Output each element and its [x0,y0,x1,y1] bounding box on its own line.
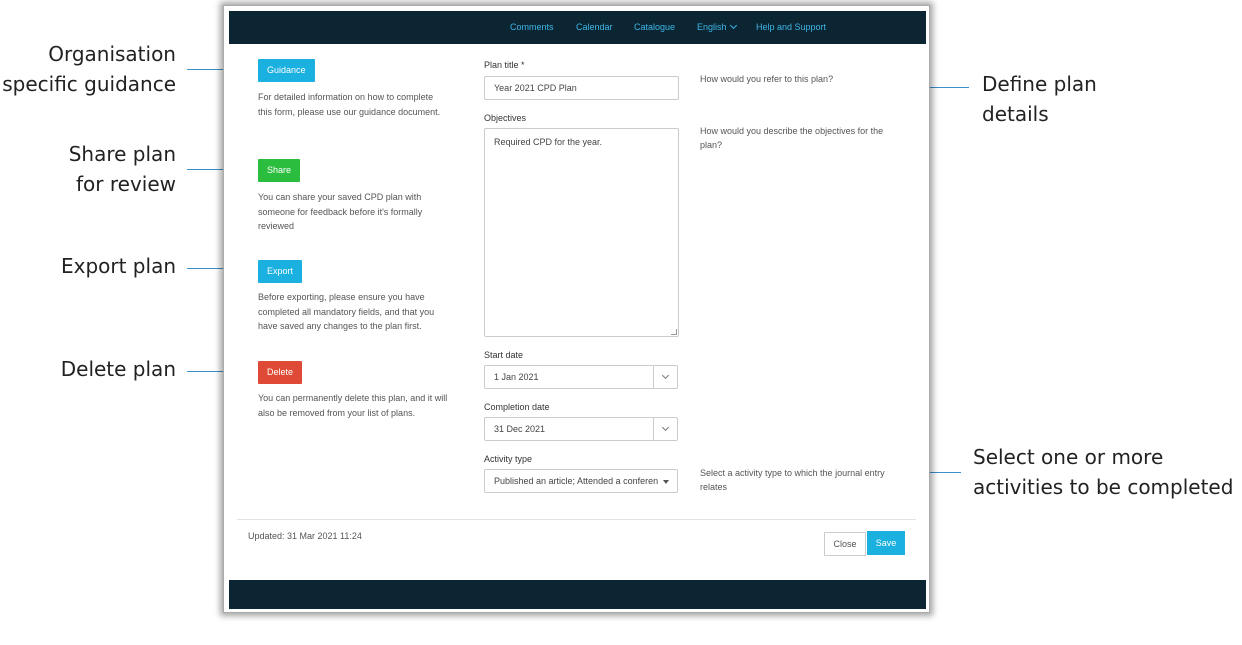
app-window: Comments Calendar Catalogue English Help… [223,5,930,613]
share-button[interactable]: Share [258,159,301,182]
nav-language-dropdown[interactable]: English [697,11,736,44]
start-date-picker[interactable]: 1 Jan 2021 [484,365,678,389]
caret-down-icon [663,480,669,484]
annotation-delete-text: Delete plan [60,357,176,381]
nav-calendar[interactable]: Calendar [576,11,613,44]
completion-date-picker[interactable]: 31 Dec 2021 [484,417,678,441]
annotation-share-line2: for review [76,172,176,196]
activity-type-help: Select a activity type to which the jour… [700,468,885,492]
nav-help-and-support[interactable]: Help and Support [756,11,826,44]
annotation-share: Share plan for review [0,139,176,199]
annotation-define: Define plan details [982,69,1182,129]
completion-date-value: 31 Dec 2021 [494,424,546,434]
annotation-delete: Delete plan [0,354,176,384]
delete-description: You can permanently delete this plan, an… [258,393,448,418]
objectives-help: How would you describe the objectives fo… [700,126,884,150]
completion-date-label: Completion date [484,402,550,412]
delete-button[interactable]: Delete [258,361,303,384]
annotation-export: Export plan [0,251,176,281]
form-divider [237,519,916,520]
chevron-down-icon[interactable] [653,366,677,388]
annotation-activities-line1: Select one or more [973,445,1164,469]
nav-comments[interactable]: Comments [510,11,554,44]
bottom-footer-bar [229,580,926,609]
activity-type-select[interactable]: Published an article; Attended a confere… [484,469,678,493]
nav-catalogue[interactable]: Catalogue [634,11,675,44]
annotation-share-line1: Share plan [68,142,176,166]
annotation-guidance-line2: specific guidance [2,72,176,96]
objectives-text: Required CPD for the year. [494,137,603,147]
start-date-value: 1 Jan 2021 [494,372,539,382]
annotation-guidance-line1: Organisation [48,42,176,66]
plan-title-label: Plan title * [484,60,525,70]
start-date-label: Start date [484,350,524,360]
annotation-export-text: Export plan [60,254,176,278]
save-button[interactable]: Save [867,531,905,555]
objectives-label: Objectives [484,113,527,123]
plan-title-input[interactable]: Year 2021 CPD Plan [484,76,679,100]
annotation-activities-line2: activities to be completed [973,475,1234,499]
annotation-activities: Select one or more activities to be comp… [973,442,1239,502]
chevron-down-icon[interactable] [653,418,677,440]
activity-type-value: Published an article; Attended a confere… [494,476,659,486]
annotation-define-line2: details [982,102,1049,126]
activity-type-label: Activity type [484,454,533,464]
guidance-button[interactable]: Guidance [258,59,315,82]
top-navbar: Comments Calendar Catalogue English Help… [229,11,926,44]
export-button[interactable]: Export [258,260,303,283]
resize-handle-icon[interactable] [671,329,677,335]
updated-timestamp: Updated: 31 Mar 2021 11:24 [248,531,362,541]
plan-title-help: How would you refer to this plan? [700,74,834,84]
objectives-textarea[interactable]: Required CPD for the year. [484,128,679,337]
close-button[interactable]: Close [824,532,866,556]
plan-form-content: Guidance For detailed information on how… [229,44,926,580]
annotation-define-line1: Define plan [982,72,1097,96]
export-description: Before exporting, please ensure you have… [258,292,435,331]
guidance-description: For detailed information on how to compl… [258,92,441,117]
annotation-guidance: Organisation specific guidance [0,39,176,99]
share-description: You can share your saved CPD plan with s… [258,192,423,231]
